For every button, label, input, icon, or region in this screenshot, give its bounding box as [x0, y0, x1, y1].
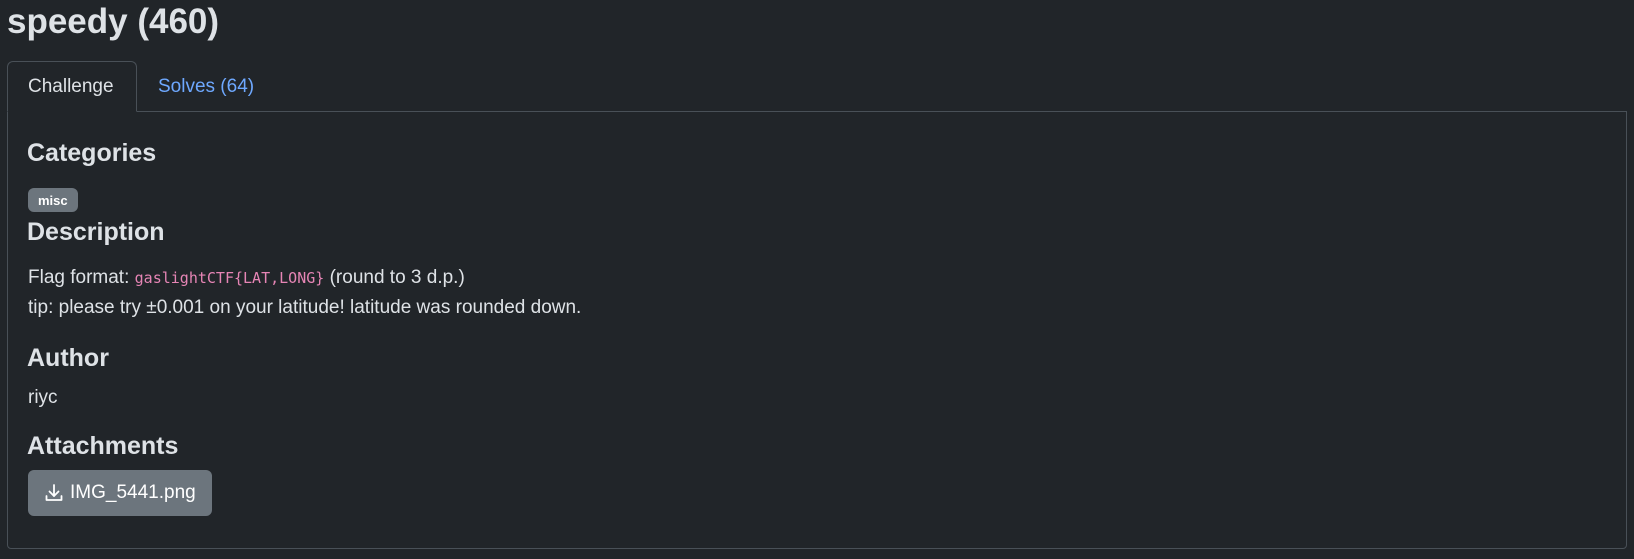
- tab-solves[interactable]: Solves (64): [137, 61, 274, 112]
- attachment-download-button[interactable]: IMG_5441.png: [28, 470, 212, 516]
- page-title: speedy (460): [7, 2, 220, 41]
- attachments-heading: Attachments: [27, 432, 179, 460]
- flag-format-prefix: Flag format:: [28, 267, 135, 288]
- categories-heading: Categories: [27, 139, 157, 167]
- author-name: riyc: [28, 387, 58, 408]
- tip-line: tip: please try ±0.001 on your latitude!…: [28, 297, 582, 318]
- flag-format-suffix: (round to 3 d.p.): [324, 267, 465, 288]
- flag-format-line: Flag format: gaslightCTF{LAT,LONG} (roun…: [28, 266, 465, 290]
- description-heading: Description: [27, 218, 165, 246]
- tab-bar: Challenge Solves (64): [7, 61, 1627, 112]
- author-heading: Author: [27, 344, 109, 372]
- challenge-panel: [7, 111, 1627, 549]
- flag-format-code: gaslightCTF{LAT,LONG}: [134, 269, 325, 287]
- attachment-filename: IMG_5441.png: [70, 482, 196, 503]
- category-badge: misc: [28, 188, 78, 212]
- download-icon: [44, 483, 64, 503]
- tab-challenge[interactable]: Challenge: [7, 61, 137, 112]
